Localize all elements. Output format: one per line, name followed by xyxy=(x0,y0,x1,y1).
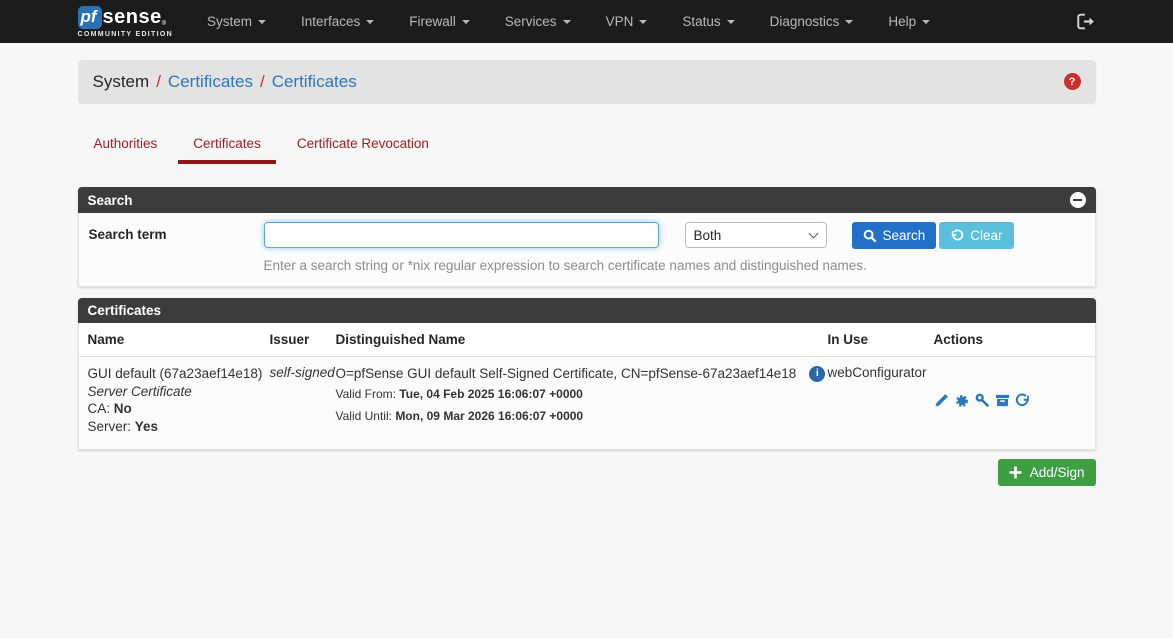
export-key-icon[interactable] xyxy=(975,393,990,408)
certificates-panel-title: Certificates xyxy=(88,303,162,318)
clear-button[interactable]: Clear xyxy=(939,222,1013,249)
caret-down-icon xyxy=(922,20,930,24)
renew-icon[interactable] xyxy=(1015,393,1031,409)
breadcrumb-section: System xyxy=(93,72,150,92)
add-sign-button[interactable]: Add/Sign xyxy=(998,459,1096,486)
table-row: GUI default (67a23aef14e18) Server Certi… xyxy=(78,356,1096,450)
tab-authorities[interactable]: Authorities xyxy=(79,130,173,164)
menu-interfaces[interactable]: Interfaces xyxy=(291,2,384,41)
search-hint-text: Enter a search string or *nix regular ex… xyxy=(264,258,1085,273)
caret-down-icon xyxy=(462,20,470,24)
column-name: Name xyxy=(88,332,270,347)
help-icon[interactable]: ? xyxy=(1064,73,1081,90)
cert-valid-from: Valid From: Tue, 04 Feb 2025 16:06:07 +0… xyxy=(336,385,828,404)
cert-name: GUI default (67a23aef14e18) xyxy=(88,365,270,383)
undo-icon xyxy=(950,229,964,243)
menu-firewall[interactable]: Firewall xyxy=(399,2,480,41)
pfsense-logo[interactable]: pfsense® COMMUNITY EDITION xyxy=(78,6,173,38)
pf-logo-box: pf xyxy=(78,6,102,29)
search-scope-select-wrap: Both xyxy=(685,222,827,248)
pfsense-logo-text: pfsense® xyxy=(78,6,173,29)
breadcrumb: System / Certificates / Certificates ? xyxy=(78,60,1096,103)
breadcrumb-link-certificates[interactable]: Certificates xyxy=(168,72,253,92)
info-icon[interactable]: i xyxy=(809,366,825,382)
column-issuer: Issuer xyxy=(270,332,336,347)
sign-out-icon[interactable] xyxy=(1077,13,1096,30)
cert-actions xyxy=(934,365,1095,435)
tab-certificate-revocation[interactable]: Certificate Revocation xyxy=(282,130,444,164)
cert-distinguished-name: O=pfSense GUI default Self-Signed Certif… xyxy=(336,365,797,382)
cert-ca-flag: CA: No xyxy=(88,400,270,418)
top-navbar: pfsense® COMMUNITY EDITION System Interf… xyxy=(0,0,1173,43)
menu-system[interactable]: System xyxy=(197,2,276,41)
caret-down-icon xyxy=(563,20,571,24)
caret-down-icon xyxy=(258,20,266,24)
cert-server-flag: Server: Yes xyxy=(88,418,270,436)
cert-valid-until: Valid Until: Mon, 09 Mar 2026 16:06:07 +… xyxy=(336,407,828,426)
search-panel-header: Search xyxy=(78,187,1096,213)
menu-services[interactable]: Services xyxy=(495,2,581,41)
search-scope-select[interactable]: Both xyxy=(685,222,827,248)
main-menu: System Interfaces Firewall Services VPN … xyxy=(197,2,955,41)
search-icon xyxy=(863,229,877,243)
breadcrumb-separator: / xyxy=(156,72,161,92)
community-edition-label: COMMUNITY EDITION xyxy=(78,31,173,38)
cert-type: Server Certificate xyxy=(88,383,270,401)
search-panel: Search Search term Both Search xyxy=(78,187,1096,287)
menu-status[interactable]: Status xyxy=(672,2,744,41)
menu-help[interactable]: Help xyxy=(878,2,940,41)
search-panel-body: Search term Both Search Clear Enter a xyxy=(78,213,1096,287)
export-certificate-icon[interactable] xyxy=(954,393,970,409)
menu-vpn[interactable]: VPN xyxy=(596,2,658,41)
search-panel-title: Search xyxy=(88,193,133,208)
caret-down-icon xyxy=(639,20,647,24)
search-input[interactable] xyxy=(264,222,659,248)
breadcrumb-link-certificates-page[interactable]: Certificates xyxy=(272,72,357,92)
column-in-use: In Use xyxy=(828,332,934,347)
menu-diagnostics[interactable]: Diagnostics xyxy=(760,2,864,41)
export-p12-archive-icon[interactable] xyxy=(995,393,1010,408)
edit-pencil-icon[interactable] xyxy=(934,393,949,408)
page-tabs: Authorities Certificates Certificate Rev… xyxy=(78,130,1096,164)
tab-certificates[interactable]: Certificates xyxy=(178,130,276,164)
column-distinguished-name: Distinguished Name xyxy=(336,332,828,347)
table-header-row: Name Issuer Distinguished Name In Use Ac… xyxy=(78,323,1096,356)
plus-icon xyxy=(1009,466,1022,479)
column-actions: Actions xyxy=(934,332,1095,347)
caret-down-icon xyxy=(727,20,735,24)
caret-down-icon xyxy=(366,20,374,24)
breadcrumb-separator: / xyxy=(260,72,265,92)
cert-in-use: webConfigurator xyxy=(828,365,934,435)
certificates-panel-header: Certificates xyxy=(78,298,1096,323)
search-term-label: Search term xyxy=(89,222,264,242)
certificates-panel: Certificates Name Issuer Distinguished N… xyxy=(78,298,1096,450)
cert-issuer: self-signed xyxy=(270,365,336,435)
caret-down-icon xyxy=(845,20,853,24)
search-button[interactable]: Search xyxy=(852,222,937,249)
minus-circle-icon[interactable] xyxy=(1070,192,1086,208)
